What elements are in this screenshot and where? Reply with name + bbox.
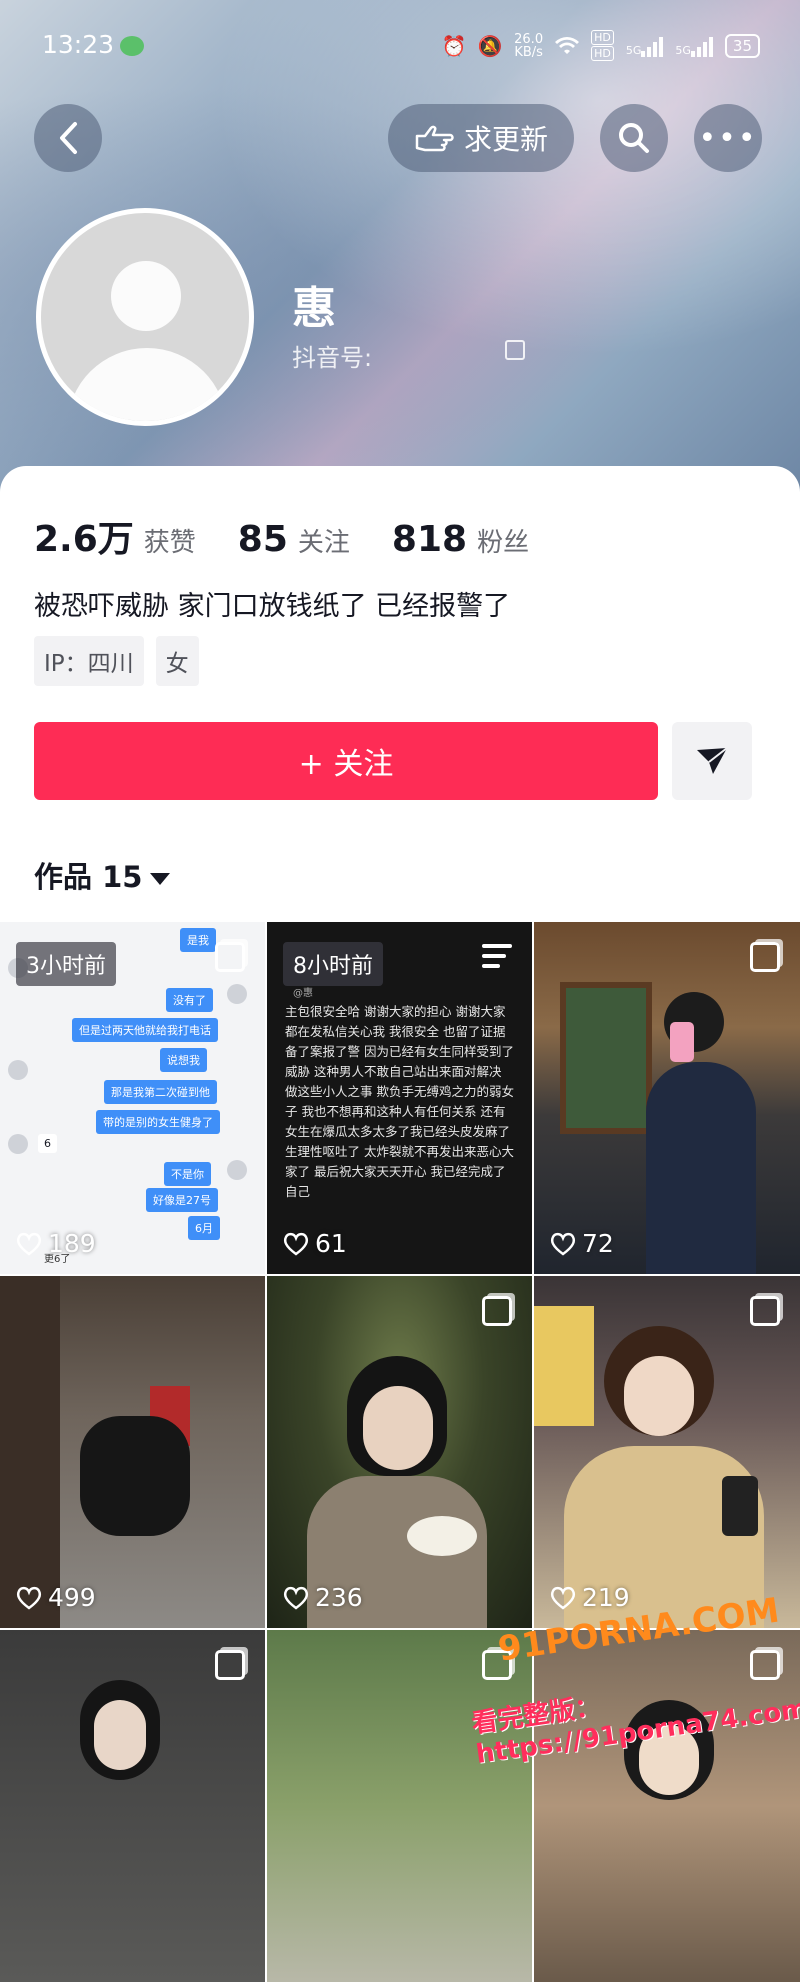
- text-post-icon: [482, 944, 512, 974]
- works-tab-label: 作品 15: [34, 860, 143, 894]
- battery-icon: 35: [724, 33, 760, 58]
- heart-icon: [16, 1586, 42, 1610]
- heart-icon: [283, 1586, 309, 1610]
- more-options-button[interactable]: •••: [694, 104, 762, 172]
- wechat-notification-icon: [120, 36, 144, 56]
- request-update-label: 求更新: [463, 123, 548, 156]
- works-grid: 是我 没有了 但是过两天他就给我打电话 说想我 那是我第二次碰到他 带的是别的女…: [0, 922, 800, 1982]
- more-dots-icon: •••: [698, 120, 758, 156]
- wifi-icon: [555, 34, 580, 58]
- time-ago-badge: 8小时前: [283, 942, 383, 986]
- alarm-icon: ⏰: [441, 33, 467, 58]
- chevron-left-icon: [60, 122, 77, 154]
- back-button[interactable]: [34, 104, 102, 172]
- video-thumbnail[interactable]: @惠 主包很安全哈 谢谢大家的担心 谢谢大家都在发私信关心我 我很安全 也留了证…: [267, 922, 532, 1274]
- network-speed: 26.0 KB/s: [514, 31, 544, 60]
- copy-icon[interactable]: [505, 340, 525, 360]
- multi-image-icon: [750, 942, 780, 972]
- like-count: 236: [283, 1583, 363, 1612]
- video-thumbnail[interactable]: 72: [534, 922, 800, 1274]
- heart-icon: [550, 1232, 576, 1256]
- following-count[interactable]: 85: [238, 519, 288, 560]
- like-count: 219: [550, 1583, 630, 1612]
- video-thumbnail[interactable]: 是我 没有了 但是过两天他就给我打电话 说想我 那是我第二次碰到他 带的是别的女…: [0, 922, 265, 1274]
- heart-icon: [16, 1232, 42, 1256]
- status-bar: 13:23 ⏰ 🔕 26.0 KB/s HD HD 5G 5G 35: [0, 0, 800, 100]
- search-button[interactable]: [600, 104, 668, 172]
- request-update-button[interactable]: 求更新: [388, 104, 574, 172]
- likes-count: 2.6万: [34, 519, 134, 560]
- status-time: 13:23: [42, 30, 115, 59]
- profile-nickname: 惠: [292, 283, 336, 334]
- douyin-id-label: 抖音号:: [292, 344, 373, 372]
- video-thumbnail[interactable]: 236: [267, 1276, 532, 1628]
- time-ago-badge: 3小时前: [16, 942, 116, 986]
- avatar[interactable]: [36, 208, 254, 426]
- multi-image-icon: [750, 1296, 780, 1326]
- caret-down-icon: [150, 873, 171, 885]
- profile-bio: 被恐吓威胁 家门口放钱纸了 已经报警了: [34, 591, 511, 622]
- like-count: 189: [16, 1229, 96, 1258]
- letter-text: 主包很安全哈 谢谢大家的担心 谢谢大家都在发私信关心我 我很安全 也留了证据备了…: [285, 1004, 514, 1199]
- multi-image-icon: [215, 1650, 245, 1680]
- followers-label[interactable]: 粉丝: [477, 522, 529, 559]
- video-thumbnail[interactable]: 499: [0, 1276, 265, 1628]
- video-thumbnail[interactable]: [267, 1630, 532, 1982]
- share-button[interactable]: [672, 722, 752, 800]
- followers-count[interactable]: 818: [392, 519, 467, 560]
- profile-stats: 2.6万 获赞 85 关注 818 粉丝: [34, 510, 529, 562]
- multi-image-icon: [215, 942, 245, 972]
- ip-location-tag: IP：四川: [34, 636, 144, 686]
- video-thumbnail[interactable]: [0, 1630, 265, 1982]
- like-count: 499: [16, 1583, 96, 1612]
- multi-image-icon: [482, 1296, 512, 1326]
- gender-tag: 女: [155, 636, 199, 686]
- pointing-hand-icon: [415, 125, 454, 152]
- heart-icon: [283, 1232, 309, 1256]
- following-label[interactable]: 关注: [298, 522, 350, 559]
- signal-1-icon: 5G: [626, 35, 664, 57]
- video-thumbnail[interactable]: 219: [534, 1276, 800, 1628]
- heart-icon: [550, 1586, 576, 1610]
- search-icon: [619, 123, 649, 153]
- like-count: 72: [550, 1229, 614, 1258]
- mute-bell-icon: 🔕: [477, 33, 503, 58]
- follow-button[interactable]: + 关注: [34, 722, 658, 800]
- signal-2-icon: 5G: [675, 35, 713, 57]
- works-tab[interactable]: 作品 15: [34, 854, 171, 896]
- paper-plane-icon: [697, 747, 728, 774]
- like-count: 61: [283, 1229, 347, 1258]
- follow-button-label: + 关注: [298, 747, 394, 782]
- hd-badge: HD HD: [591, 30, 614, 61]
- likes-label: 获赞: [143, 528, 196, 558]
- profile-tags: IP：四川 女: [34, 636, 199, 686]
